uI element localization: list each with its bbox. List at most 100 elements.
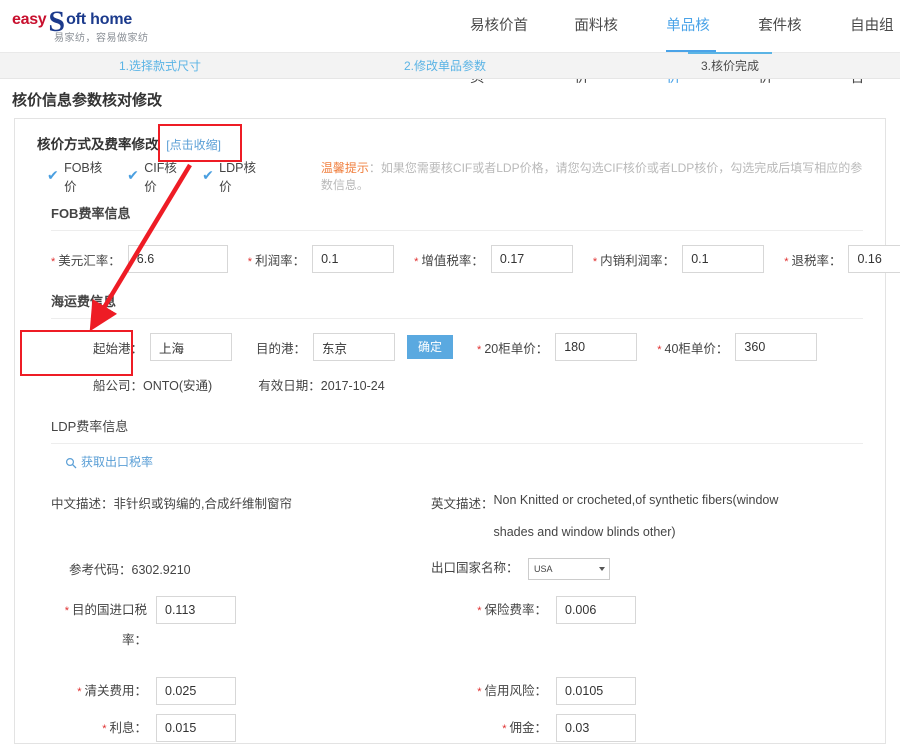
panel-title-text: 核价方式及费率修改	[37, 137, 159, 152]
field-refund-rate-label: * 退税率：	[784, 253, 842, 268]
validity-label: 有效日期：	[258, 379, 321, 393]
field-origin-port-label: 起始港：	[93, 341, 144, 356]
field-interest-input[interactable]	[156, 713, 236, 742]
field-20ft-price: * 20柜单价：	[477, 333, 638, 361]
divider	[51, 230, 863, 231]
check-icon	[127, 169, 139, 183]
pricing-mode-checkboxes: FOB核价 CIF核价 LDP核价 温馨提示：如果您需要核CIF或者LDP价格，…	[47, 161, 871, 194]
checkbox-ldp-label: LDP核价	[219, 161, 256, 194]
field-40ft-price-input[interactable]	[735, 333, 818, 361]
sea-freight-row: 起始港： 目的港： 确定 *20柜单价： *40柜单价：	[29, 333, 871, 361]
step-3[interactable]: 3.核价完成	[660, 52, 800, 80]
field-40ft-price: * 40柜单价：	[657, 333, 818, 361]
warm-tip-prefix: 温馨提示	[320, 161, 369, 175]
field-domestic-profit-rate-label: * 内销利润率：	[592, 253, 676, 268]
check-icon	[202, 169, 214, 183]
carrier-row: 船公司：ONTO(安通) 有效日期：2017-10-24	[29, 375, 871, 394]
field-profit-rate-label: * 利润率：	[247, 253, 306, 268]
collapse-toggle[interactable]: [点击收缩]	[166, 138, 221, 152]
field-insurance-rate-input[interactable]	[556, 595, 636, 624]
field-40ft-price-label: * 40柜单价：	[657, 341, 729, 356]
nav-item-freecombo[interactable]: 自由组合	[850, 0, 900, 86]
field-import-duty-rate: * 目的国进口税 率：	[29, 595, 429, 655]
step-indicator: 1.选择款式尺寸 2.修改单品参数 3.核价完成	[0, 52, 900, 79]
field-refund-rate-input[interactable]	[848, 245, 900, 273]
field-usd-rate-input[interactable]	[127, 245, 228, 273]
field-commission-label: * 佣金：	[502, 720, 547, 735]
ldp-field-row-2: *清关费用： *信用风险：	[29, 676, 871, 706]
pricing-panel: 核价方式及费率修改 [点击收缩] FOB核价 CIF核价 LDP核价 温馨提示：…	[14, 118, 900, 744]
nav-item-set[interactable]: 套件核价	[758, 0, 808, 86]
chinese-description: 中文描述： 非针织或钩编的,合成纤维制窗帘	[51, 493, 431, 539]
nav-item-fabric[interactable]: 面料核价	[574, 0, 624, 86]
checkbox-cif-label: CIF核价	[144, 161, 177, 194]
nav-item-single-product[interactable]: 单品核价	[666, 0, 717, 86]
field-domestic-profit-rate-input[interactable]	[682, 245, 765, 273]
checkbox-ldp[interactable]: LDP核价	[202, 157, 265, 195]
english-description-line2: shades and window blinds other)	[493, 524, 676, 539]
field-usd-rate-label: * 美元汇率：	[51, 253, 121, 268]
search-icon	[65, 457, 77, 469]
field-credit-risk-input[interactable]	[556, 676, 636, 705]
required-mark: *	[477, 343, 482, 356]
logo-s-glyph: S	[48, 5, 66, 38]
field-vat-rate-input[interactable]	[490, 245, 573, 273]
ldp-heading: LDP费率信息	[51, 419, 129, 434]
export-country-select[interactable]: USA	[528, 557, 610, 580]
checkbox-fob[interactable]: FOB核价	[47, 157, 111, 195]
validity-value: 2017-10-24	[320, 379, 385, 393]
required-mark: *	[51, 255, 56, 268]
fob-field-row: *美元汇率： *利润率： *增值税率： *内销利润率： *退税率：	[29, 245, 900, 273]
carrier-info: 船公司：ONTO(安通)	[93, 375, 212, 394]
sea-freight-heading: 海运费信息	[51, 294, 117, 309]
field-interest: * 利息：	[29, 713, 429, 743]
check-icon	[47, 169, 59, 183]
logo[interactable]: easy S oft home 易家纺，容易做家纺	[12, 5, 172, 44]
confirm-button[interactable]: 确定	[407, 335, 454, 359]
reference-code-value: 6302.9210	[131, 562, 191, 577]
field-profit-rate-input[interactable]	[312, 245, 395, 273]
field-import-duty-rate-input[interactable]	[156, 595, 236, 624]
chinese-description-label: 中文描述：	[51, 496, 114, 511]
field-usd-rate: * 美元汇率：	[51, 245, 228, 273]
reference-code-label: 参考代码：	[69, 562, 132, 577]
checkbox-cif[interactable]: CIF核价	[127, 157, 186, 195]
required-mark: *	[477, 604, 482, 617]
chinese-description-value: 非针织或钩编的,合成纤维制窗帘	[113, 496, 292, 511]
step-1[interactable]: 1.选择款式尺寸	[80, 53, 240, 80]
logo-wordmark: easy S oft home	[12, 5, 172, 38]
field-vat-rate: * 增值税率：	[414, 245, 573, 273]
get-export-tax-rate-label: 获取出口税率	[81, 455, 154, 469]
validity-info: 有效日期：2017-10-24	[258, 375, 384, 394]
required-mark: *	[102, 722, 107, 735]
field-customs-fee-label: * 清关费用：	[77, 683, 147, 698]
divider	[51, 318, 863, 319]
field-dest-port-label: 目的港：	[256, 341, 307, 356]
field-insurance-rate: * 保险费率：	[429, 595, 829, 655]
field-credit-risk: * 信用风险：	[429, 676, 829, 706]
chevron-down-icon	[599, 566, 605, 571]
field-commission-input[interactable]	[556, 713, 636, 742]
required-mark: *	[657, 343, 662, 356]
site-header: easy S oft home 易家纺，容易做家纺 易核价首页 面料核价 单品核…	[0, 0, 900, 86]
required-mark: *	[64, 604, 69, 617]
field-dest-port: 目的港：	[256, 333, 396, 361]
required-mark: *	[77, 685, 82, 698]
logo-tagline: 易家纺，容易做家纺	[54, 33, 149, 44]
field-20ft-price-input[interactable]	[555, 333, 638, 361]
step-2[interactable]: 2.修改单品参数	[370, 53, 520, 80]
english-description-line1: Non Knitted or crocheted,of synthetic fi…	[493, 492, 779, 507]
required-mark: *	[784, 255, 789, 268]
get-export-tax-rate-link[interactable]: 获取出口税率	[65, 453, 153, 470]
top-navigation: 易核价首页 面料核价 单品核价 套件核价 自由组合	[470, 0, 900, 86]
field-commission: * 佣金：	[429, 713, 829, 743]
export-country-label: 出口国家名称：	[431, 560, 519, 575]
field-domestic-profit-rate: * 内销利润率：	[592, 245, 765, 273]
warm-tip-text: ：如果您需要核CIF或者LDP价格，请您勾选CIF核价或者LDP核价，勾选完成后…	[320, 161, 863, 192]
field-customs-fee-input[interactable]	[156, 676, 236, 705]
field-origin-port-input[interactable]	[150, 333, 233, 361]
nav-item-home[interactable]: 易核价首页	[470, 0, 532, 86]
field-dest-port-input[interactable]	[313, 333, 396, 361]
panel-title: 核价方式及费率修改 [点击收缩]	[37, 133, 871, 153]
english-description-value: Non Knitted or crocheted,of synthetic fi…	[494, 493, 779, 539]
